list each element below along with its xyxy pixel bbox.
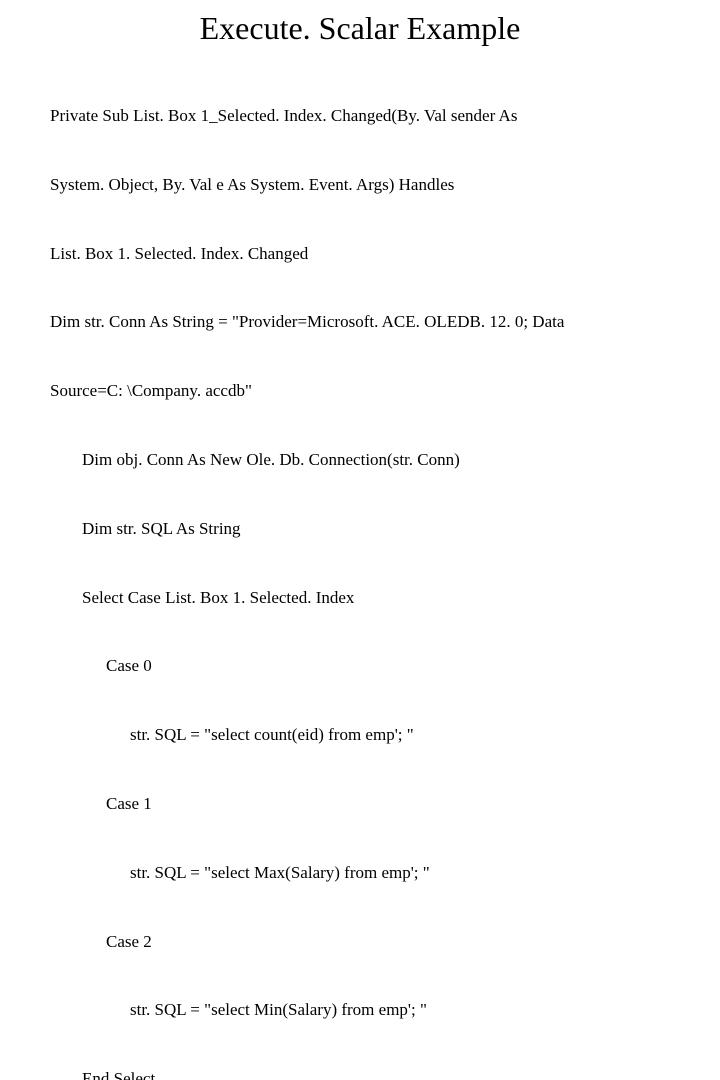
code-line: Source=C: \Company. accdb" (50, 380, 670, 403)
code-line: Dim obj. Conn As New Ole. Db. Connection… (50, 449, 670, 472)
code-line: Dim str. Conn As String = "Provider=Micr… (50, 311, 670, 334)
code-line: System. Object, By. Val e As System. Eve… (50, 174, 670, 197)
code-line: List. Box 1. Selected. Index. Changed (50, 243, 670, 266)
code-line: Select Case List. Box 1. Selected. Index (50, 587, 670, 610)
code-block: Private Sub List. Box 1_Selected. Index.… (50, 59, 670, 1080)
code-line: Case 2 (50, 931, 670, 954)
code-line: End Select (50, 1068, 670, 1080)
code-line: Private Sub List. Box 1_Selected. Index.… (50, 105, 670, 128)
code-line: Case 0 (50, 655, 670, 678)
code-line: str. SQL = "select Max(Salary) from emp'… (50, 862, 670, 885)
slide-title: Execute. Scalar Example (50, 10, 670, 47)
slide: Execute. Scalar Example Private Sub List… (0, 0, 720, 540)
code-line: Dim str. SQL As String (50, 518, 670, 541)
code-line: str. SQL = "select count(eid) from emp';… (50, 724, 670, 747)
code-line: Case 1 (50, 793, 670, 816)
code-line: str. SQL = "select Min(Salary) from emp'… (50, 999, 670, 1022)
